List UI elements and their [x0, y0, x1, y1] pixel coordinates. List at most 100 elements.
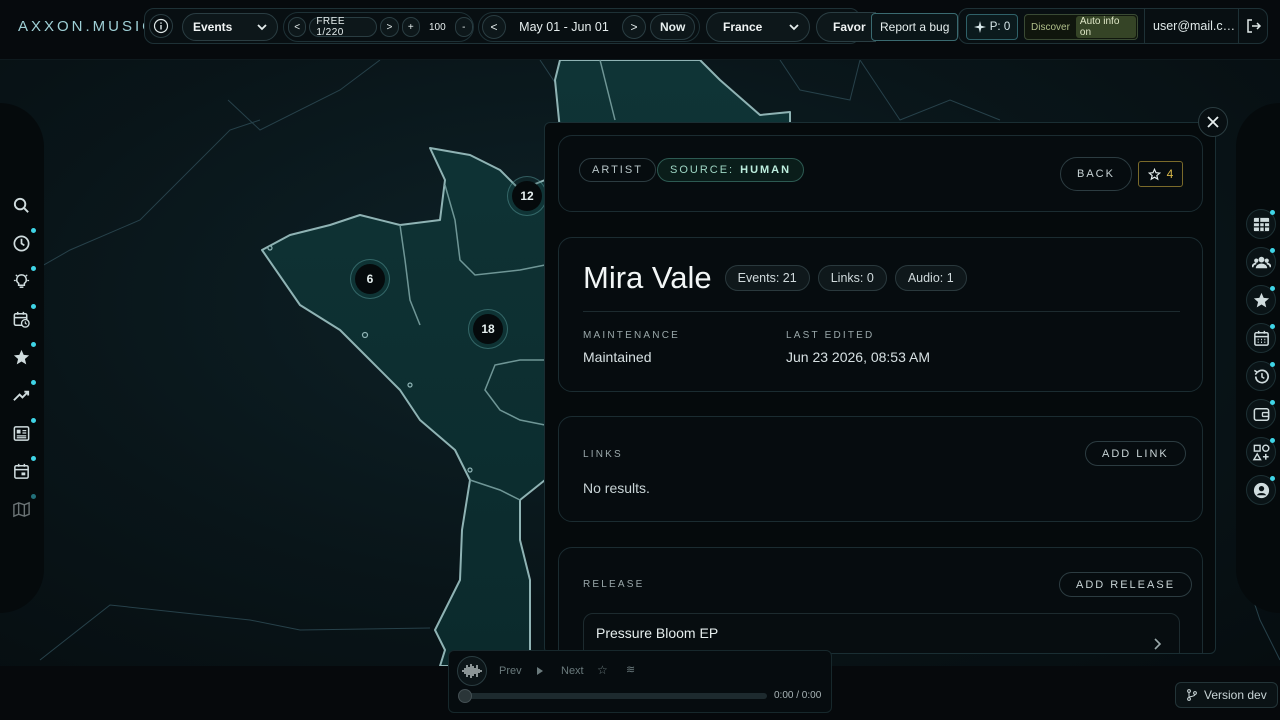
- waveform-icon[interactable]: [457, 656, 487, 686]
- calendar-icon[interactable]: [6, 456, 36, 486]
- favorites-select[interactable]: Favor: [816, 12, 876, 42]
- map-cluster-marker[interactable]: 18: [468, 309, 508, 349]
- last-edited-label: LAST EDITED: [786, 330, 875, 341]
- users-group-icon[interactable]: [1246, 247, 1276, 277]
- events-chip: Events: 21: [724, 265, 810, 291]
- lightbulb-icon[interactable]: [6, 266, 36, 296]
- prev-button[interactable]: Prev: [499, 665, 522, 677]
- artist-title-row: Mira Vale Events: 21 Links: 0 Audio: 1: [583, 260, 975, 296]
- map-icon[interactable]: [6, 494, 36, 524]
- trending-up-icon[interactable]: [6, 380, 36, 410]
- add-release-button[interactable]: ADD RELEASE: [1059, 572, 1193, 597]
- chevron-down-icon: [789, 24, 799, 31]
- page-next-button[interactable]: >: [380, 17, 399, 37]
- map-cluster-marker[interactable]: 6: [350, 259, 390, 299]
- page-indicator: FREE 1/220: [309, 16, 378, 38]
- links-empty-message: No results.: [583, 480, 650, 496]
- discover-label: Discover: [1031, 21, 1070, 33]
- toolbar-group: Events < FREE 1/220 > + 100 - < May 01 -…: [144, 8, 876, 44]
- maintenance-value: Maintained: [583, 349, 652, 365]
- audio-chip: Audio: 1: [894, 265, 967, 291]
- source-tag-value: HUMAN: [740, 164, 792, 176]
- zoom-value: 100: [428, 21, 446, 33]
- artist-name: Mira Vale: [583, 260, 712, 295]
- user-email[interactable]: user@mail.c…: [1144, 9, 1238, 43]
- close-icon[interactable]: [1198, 107, 1228, 137]
- top-bar: AXXON.MUSIC Events < FREE 1/220 > + 100 …: [0, 0, 1280, 60]
- version-badge[interactable]: Version dev: [1175, 682, 1278, 708]
- star-icon[interactable]: [1246, 285, 1276, 315]
- star-icon[interactable]: [6, 342, 36, 372]
- favorite-count: 4: [1166, 167, 1174, 181]
- links-heading: LINKS: [583, 449, 623, 460]
- history-icon[interactable]: [1246, 361, 1276, 391]
- type-tag: ARTIST: [579, 158, 656, 182]
- calendar-clock-icon[interactable]: [6, 304, 36, 334]
- pagination-group: < FREE 1/220 > + 100 -: [283, 12, 474, 42]
- country-select[interactable]: France: [706, 12, 810, 42]
- progress-track[interactable]: [458, 689, 767, 703]
- now-button[interactable]: Now: [650, 14, 696, 40]
- artist-info-card: Mira Vale Events: 21 Links: 0 Audio: 1 M…: [558, 237, 1203, 392]
- left-sidebar: [0, 103, 44, 613]
- release-title: Pressure Bloom EP: [596, 625, 719, 641]
- app-root: 12 6 18 AXXON.MUSIC Events < FREE 1/220 …: [0, 0, 1280, 720]
- date-prev-button[interactable]: <: [482, 15, 506, 39]
- chevron-down-icon: [257, 24, 267, 31]
- links-card: LINKS ADD LINK No results.: [558, 416, 1203, 522]
- maintenance-label: MAINTENANCE: [583, 330, 680, 341]
- clock-icon[interactable]: [6, 228, 36, 258]
- artist-detail-panel: ARTIST SOURCE: HUMAN BACK 4 Mira Vale Ev…: [544, 122, 1216, 654]
- audio-player: Prev Next ☆ ≋ 0:00 / 0:00: [448, 650, 832, 713]
- version-label: Version dev: [1204, 688, 1267, 702]
- auto-info-label: Auto info on: [1075, 16, 1136, 38]
- points-label: P: 0: [989, 21, 1011, 33]
- shapes-icon[interactable]: [1246, 437, 1276, 467]
- search-icon[interactable]: [6, 190, 36, 220]
- discover-toggle[interactable]: Discover Auto info on: [1024, 14, 1138, 40]
- zoom-out-button[interactable]: -: [454, 17, 473, 37]
- report-bug-button[interactable]: Report a bug: [871, 13, 959, 41]
- right-sidebar: [1236, 103, 1280, 613]
- view-select[interactable]: Events: [182, 13, 278, 41]
- play-icon[interactable]: [537, 667, 543, 675]
- release-heading: RELEASE: [583, 579, 645, 590]
- country-select-value: France: [723, 20, 763, 34]
- points-button[interactable]: P: 0: [966, 14, 1018, 40]
- view-select-value: Events: [193, 20, 233, 34]
- page-prev-button[interactable]: <: [288, 17, 307, 37]
- map-cluster-marker[interactable]: 12: [507, 176, 547, 216]
- panel-header-card: ARTIST SOURCE: HUMAN BACK 4: [558, 135, 1203, 212]
- links-chip: Links: 0: [817, 265, 887, 291]
- add-link-button[interactable]: ADD LINK: [1085, 441, 1186, 466]
- star-outline-icon[interactable]: ☆: [597, 663, 608, 677]
- git-branch-icon: [1187, 689, 1197, 701]
- favorites-label: Favor: [833, 20, 866, 34]
- cluster-count: 18: [473, 314, 503, 344]
- next-button[interactable]: Next: [561, 665, 584, 677]
- brand-logo[interactable]: AXXON.MUSIC: [18, 18, 156, 35]
- date-range-group: < May 01 - Jun 01 > Now: [478, 12, 700, 42]
- sparkle-icon: [973, 21, 986, 33]
- favorite-button[interactable]: 4: [1138, 161, 1183, 187]
- release-item[interactable]: Pressure Bloom EP: [583, 613, 1180, 653]
- cluster-count: 6: [355, 264, 385, 294]
- account-group: P: 0 Discover Auto info on user@mail.c…: [958, 8, 1268, 44]
- info-icon[interactable]: [149, 14, 173, 38]
- newspaper-icon[interactable]: [6, 418, 36, 448]
- dashboard-icon[interactable]: [1246, 209, 1276, 239]
- shuffle-icon[interactable]: ≋: [626, 663, 635, 676]
- date-next-button[interactable]: >: [622, 15, 646, 39]
- progress-handle[interactable]: [458, 689, 472, 703]
- source-tag: SOURCE: HUMAN: [657, 158, 805, 182]
- logout-icon[interactable]: [1238, 9, 1268, 43]
- zoom-in-button[interactable]: +: [401, 17, 420, 37]
- calendar-grid-icon[interactable]: [1246, 323, 1276, 353]
- back-button[interactable]: BACK: [1060, 157, 1132, 191]
- account-circle-icon[interactable]: [1246, 475, 1276, 505]
- wallet-icon[interactable]: [1246, 399, 1276, 429]
- last-edited-value: Jun 23 2026, 08:53 AM: [786, 349, 930, 365]
- source-tag-prefix: SOURCE:: [670, 164, 735, 176]
- star-outline-icon: [1147, 167, 1161, 180]
- date-range-label[interactable]: May 01 - Jun 01: [506, 20, 622, 34]
